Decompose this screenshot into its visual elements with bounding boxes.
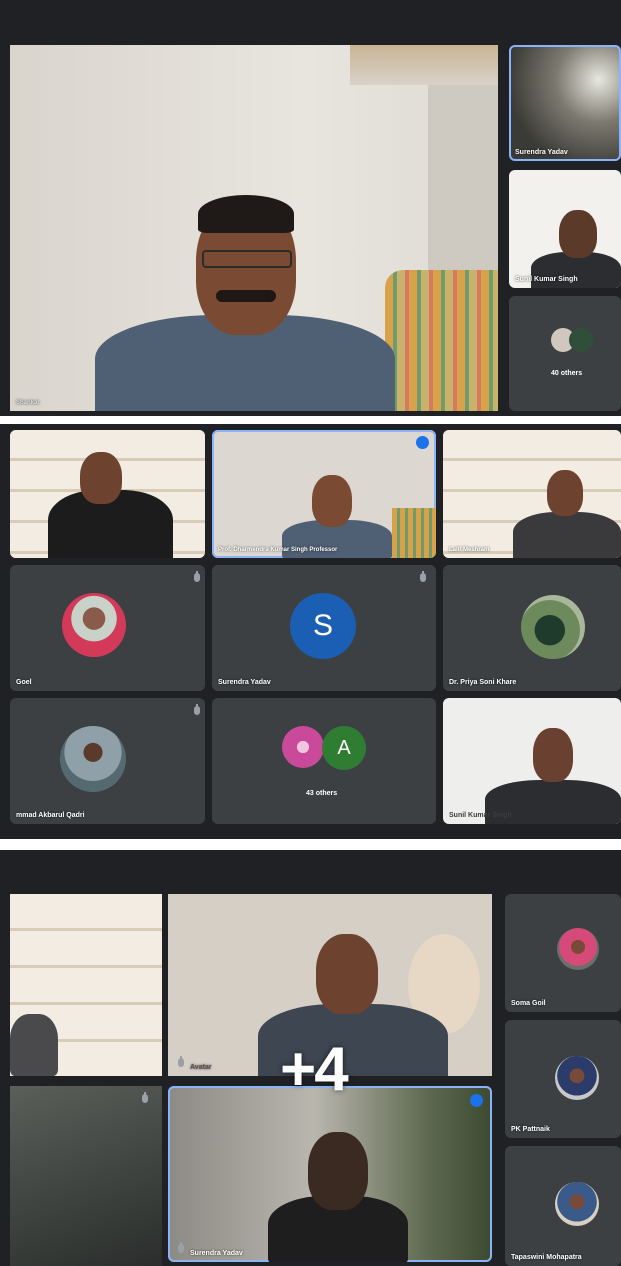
goel-avatar xyxy=(62,593,126,657)
speaker-mustache xyxy=(216,290,276,302)
thumb-sunil-name: Sunil Kumar Singh xyxy=(515,276,578,283)
priya-name: Dr. Priya Soni Khare xyxy=(449,679,517,686)
mic-muted-icon xyxy=(142,1092,148,1103)
sunil-2-name: Sunil Kumar Singh xyxy=(449,812,512,819)
main-speaker-name: Shankar xyxy=(16,400,40,406)
goel-name: Goel xyxy=(16,679,32,686)
mic-muted-icon xyxy=(178,1242,184,1253)
others-2-letter-avatar: A xyxy=(322,726,366,770)
tile-soma[interactable]: Soma Goil xyxy=(505,894,621,1012)
tile-priya[interactable]: Dr. Priya Soni Khare xyxy=(443,565,621,691)
pk-name: PK Pattnaik xyxy=(511,1126,550,1133)
speaking-indicator-icon xyxy=(470,1094,483,1107)
speaker-glasses xyxy=(202,250,292,268)
others-count-2: 43 others xyxy=(306,790,338,797)
tile-goel[interactable]: Goel xyxy=(10,565,205,691)
pinned-head xyxy=(312,475,352,527)
surendra-video-name: Surendra Yadav xyxy=(190,1250,243,1257)
tile-pinned-speaker[interactable]: Prof. Dharmendra Kumar Singh Professor xyxy=(212,430,436,558)
mic-muted-icon xyxy=(194,704,200,715)
pinned-sofa xyxy=(392,508,436,558)
mic-muted-icon xyxy=(420,571,426,582)
tile-bookshelf-3[interactable] xyxy=(10,894,162,1076)
akbarul-name: mmad Akbarul Qadri xyxy=(16,812,85,819)
surendra-letter-avatar: S xyxy=(290,593,356,659)
soma-avatar xyxy=(557,928,599,970)
tile-surendra[interactable]: S Surendra Yadav xyxy=(212,565,436,691)
mic-muted-icon xyxy=(178,1056,184,1067)
tile-sunil-2[interactable]: Sunil Kumar Singh xyxy=(443,698,621,824)
priya-avatar xyxy=(521,595,585,659)
mic-muted-icon xyxy=(194,571,200,582)
plus-count-overlay: +4 xyxy=(280,1035,349,1104)
tile-tapaswini[interactable]: Tapaswini Mohapatra xyxy=(505,1146,621,1266)
pinned-name: Prof. Dharmendra Kumar Singh Professor xyxy=(218,547,338,553)
more-options-icon[interactable] xyxy=(416,436,429,449)
tile-akbarul[interactable]: mmad Akbarul Qadri xyxy=(10,698,205,824)
tapaswini-name: Tapaswini Mohapatra xyxy=(511,1254,582,1261)
others-2-flower-avatar xyxy=(282,726,324,768)
center-speaker-name: Avatar xyxy=(190,1064,212,1071)
thumb-sunil[interactable]: Sunil Kumar Singh xyxy=(509,170,621,288)
tile-bookshelf-1[interactable] xyxy=(10,430,205,558)
pk-avatar xyxy=(555,1056,599,1100)
tile-bookshelf-2-body xyxy=(513,512,621,558)
speaker-hair xyxy=(198,195,294,233)
sunil-2-head xyxy=(533,728,573,782)
thumb-surendra-name: Surendra Yadav xyxy=(515,149,568,156)
tile-pk[interactable]: PK Pattnaik xyxy=(505,1020,621,1138)
tile-surendra-video[interactable]: Surendra Yadav xyxy=(168,1086,492,1262)
main-speaker-tile[interactable]: Shankar xyxy=(10,45,498,411)
thumb-surendra[interactable]: Surendra Yadav xyxy=(509,45,621,161)
thumb-sunil-head xyxy=(559,210,597,258)
patterned-sofa xyxy=(385,270,498,411)
bookshelf-3-body xyxy=(10,1014,58,1076)
surendra-video-head xyxy=(308,1132,368,1210)
tile-bookshelf-2[interactable]: Lalit Meshram xyxy=(443,430,621,558)
surendra-name: Surendra Yadav xyxy=(218,679,271,686)
tile-bookshelf-2-name: Lalit Meshram xyxy=(449,547,490,553)
tapaswini-avatar xyxy=(555,1182,599,1226)
tile-dark-left[interactable] xyxy=(10,1086,162,1266)
others-count-1: 40 others xyxy=(551,370,583,377)
center-speaker-head xyxy=(316,934,378,1014)
others-avatar-2 xyxy=(569,328,593,352)
tile-bookshelf-2-head xyxy=(547,470,583,516)
soma-name: Soma Goil xyxy=(511,1000,546,1007)
others-tile-2[interactable]: A 43 others xyxy=(212,698,436,824)
others-tile-1[interactable]: 40 others xyxy=(509,296,621,411)
tile-bookshelf-1-head xyxy=(80,452,122,504)
akbarul-avatar xyxy=(60,726,126,792)
ceiling-beam xyxy=(350,45,498,85)
meeting-panel-2: Prof. Dharmendra Kumar Singh Professor L… xyxy=(0,424,621,839)
meeting-panel-1: Shankar Surendra Yadav Sunil Kumar Singh… xyxy=(0,0,621,416)
